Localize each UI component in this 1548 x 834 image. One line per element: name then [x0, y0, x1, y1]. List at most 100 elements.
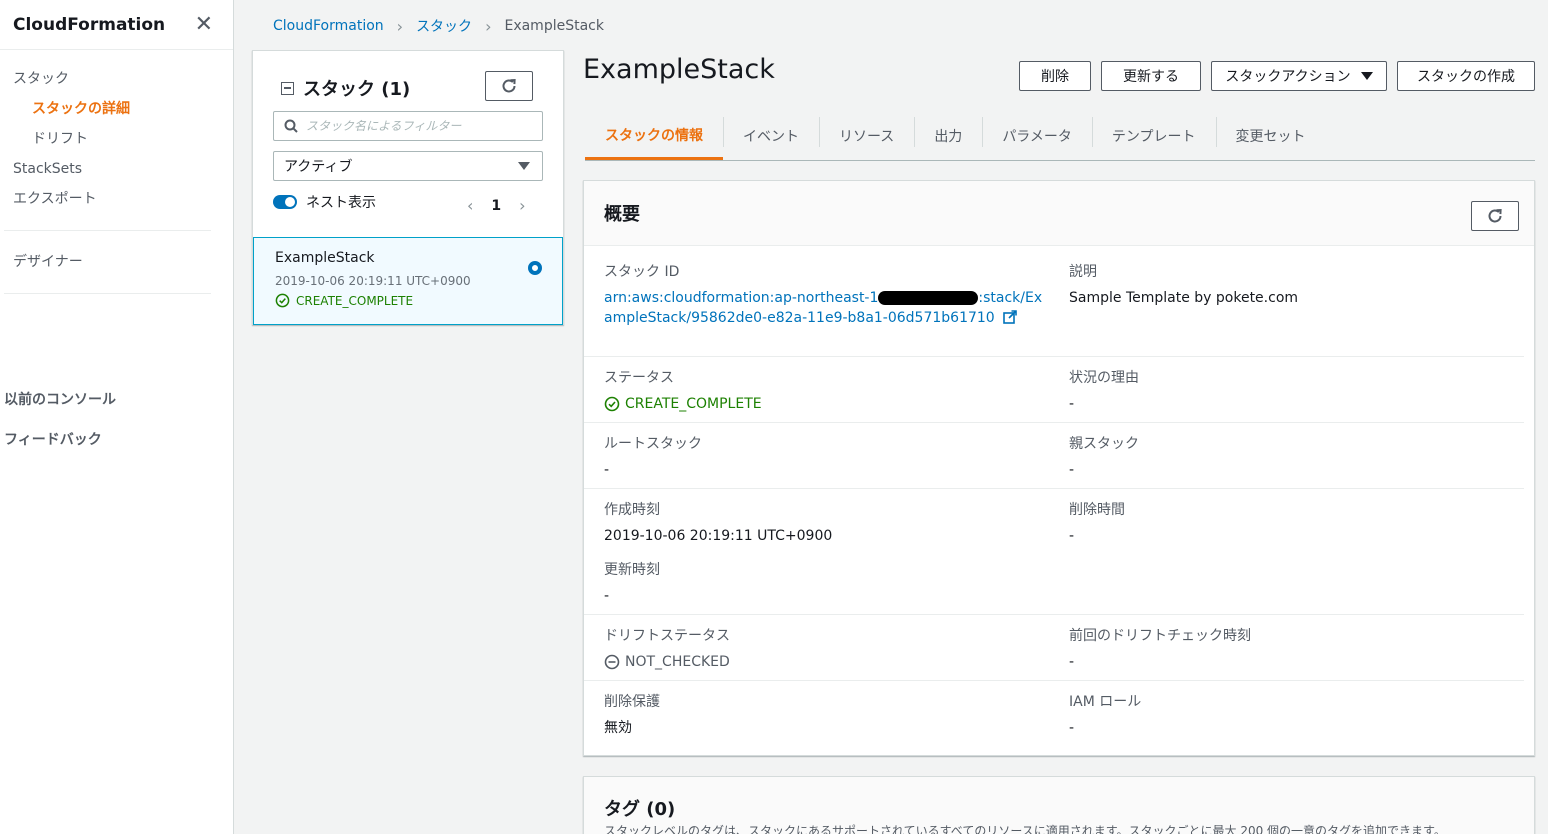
field-label: 更新時刻: [604, 562, 660, 578]
sidebar-title: CloudFormation: [13, 14, 166, 35]
tab-template[interactable]: テンプレート: [1091, 112, 1216, 160]
overview-row: ルートスタック - 親スタック -: [584, 423, 1524, 489]
overview-header: 概要: [584, 181, 1534, 246]
field-label: スタック ID: [604, 264, 680, 280]
stack-actions-button[interactable]: スタックアクション: [1211, 61, 1387, 91]
stack-filter: [273, 111, 543, 141]
sidebar-divider: [4, 230, 211, 231]
field-value: 2019-10-06 20:19:11 UTC+0900: [604, 528, 833, 544]
field-iam-role: IAM ロール -: [1069, 692, 1141, 738]
close-icon[interactable]: ✕: [195, 13, 213, 36]
breadcrumb-stacks[interactable]: スタック: [416, 16, 472, 36]
stack-item-radio[interactable]: [528, 261, 542, 275]
stack-id-link[interactable]: arn:aws:cloudformation:ap-northeast-1:st…: [604, 288, 1044, 328]
stack-list-item[interactable]: ExampleStack 2019-10-06 20:19:11 UTC+090…: [253, 237, 563, 325]
chevron-right-icon[interactable]: ›: [519, 196, 525, 215]
tab-events[interactable]: イベント: [723, 112, 819, 160]
sidebar-item-designer[interactable]: デザイナー: [0, 247, 233, 277]
field-value: NOT_CHECKED: [604, 652, 730, 672]
tab-outputs[interactable]: 出力: [914, 112, 982, 160]
chevron-left-icon[interactable]: ‹: [467, 196, 473, 215]
stack-actions-label: スタックアクション: [1225, 69, 1351, 85]
field-value: -: [1069, 654, 1075, 670]
external-link-icon: [1003, 310, 1017, 324]
overview-title: 概要: [604, 204, 640, 225]
tags-panel: タグ (0) スタックレベルのタグは、スタックにあるサポートされているすべてのリ…: [583, 776, 1535, 834]
field-label: 親スタック: [1069, 436, 1139, 452]
tab-resources[interactable]: リソース: [819, 112, 914, 160]
field-description: 説明 Sample Template by pokete.com: [1069, 262, 1298, 308]
nested-view-label: ネスト表示: [306, 195, 376, 211]
page-number[interactable]: 1: [491, 198, 501, 214]
overview-row: ステータス CREATE_COMPLETE 状況の理由 -: [584, 357, 1524, 423]
stack-list-title: スタック (1): [303, 79, 411, 100]
stack-item-status-text: CREATE_COMPLETE: [296, 293, 414, 308]
refresh-icon: [1488, 208, 1502, 223]
field-label: 作成時刻: [604, 502, 660, 518]
stack-list-refresh-button[interactable]: [485, 71, 533, 101]
field-status-reason: 状況の理由 -: [1069, 368, 1139, 414]
chevron-down-icon: [1360, 72, 1373, 80]
update-button[interactable]: 更新する: [1101, 61, 1201, 91]
refresh-icon: [502, 78, 516, 93]
sidebar-item-stack-details[interactable]: スタックの詳細: [0, 94, 233, 124]
overview-row: 削除保護 無効 IAM ロール -: [584, 681, 1524, 751]
field-label: ステータス: [604, 370, 674, 386]
sidebar-item-exports[interactable]: エクスポート: [0, 184, 233, 214]
overview-row: 作成時刻 2019-10-06 20:19:11 UTC+0900 削除時間 -…: [584, 489, 1524, 615]
stack-id-prefix: arn:aws:cloudformation:ap-northeast-1: [604, 290, 879, 306]
delete-button[interactable]: 削除: [1019, 61, 1091, 91]
field-parent-stack: 親スタック -: [1069, 434, 1139, 480]
field-label: ドリフトステータス: [604, 628, 730, 644]
field-drift-status: ドリフトステータス NOT_CHECKED: [604, 626, 730, 672]
redacted-account-id: [878, 291, 979, 305]
breadcrumb-cloudformation[interactable]: CloudFormation: [273, 18, 384, 34]
stack-filter-input[interactable]: [306, 119, 526, 133]
overview-row: ドリフトステータス NOT_CHECKED 前回のドリフトチェック時刻 -: [584, 615, 1524, 681]
field-value: -: [1069, 720, 1075, 736]
tab-parameters[interactable]: パラメータ: [982, 112, 1092, 160]
overview-refresh-button[interactable]: [1471, 201, 1519, 231]
field-value: Sample Template by pokete.com: [1069, 290, 1299, 306]
sidebar-header: CloudFormation ✕: [0, 0, 233, 50]
status-text: CREATE_COMPLETE: [625, 396, 762, 412]
collapse-icon[interactable]: [281, 81, 294, 95]
field-label: 削除保護: [604, 694, 660, 710]
field-value: -: [1069, 462, 1075, 478]
sidebar-item-stacksets[interactable]: StackSets: [0, 154, 233, 184]
breadcrumb-separator: ›: [396, 16, 404, 36]
search-icon: [284, 119, 298, 133]
field-last-drift-check: 前回のドリフトチェック時刻 -: [1069, 626, 1251, 672]
field-created: 作成時刻 2019-10-06 20:19:11 UTC+0900: [604, 500, 832, 546]
previous-console-link[interactable]: 以前のコンソール: [4, 388, 116, 428]
check-circle-icon: [275, 293, 290, 308]
nested-view-toggle[interactable]: [273, 195, 297, 209]
nested-view-row: ネスト表示: [273, 192, 376, 212]
breadcrumb: CloudFormation › スタック › ExampleStack: [273, 16, 604, 36]
stack-list-panel: スタック (1) アクティブ ネスト表示 ‹ 1 › ExampleStack …: [252, 50, 564, 325]
field-stack-id: スタック ID arn:aws:cloudformation:ap-northe…: [604, 262, 1044, 328]
stack-item-date: 2019-10-06 20:19:11 UTC+0900: [275, 274, 471, 288]
tags-description: スタックレベルのタグは、スタックにあるサポートされているすべてのリソースに適用さ…: [604, 824, 1446, 834]
breadcrumb-current: ExampleStack: [504, 18, 604, 34]
field-status: ステータス CREATE_COMPLETE: [604, 368, 762, 414]
sidebar-item-drift[interactable]: ドリフト: [0, 124, 233, 154]
page-title: ExampleStack: [583, 54, 775, 85]
field-value: -: [604, 588, 610, 604]
field-value: CREATE_COMPLETE: [604, 394, 762, 414]
stack-status-select[interactable]: アクティブ: [273, 151, 543, 181]
check-circle-icon: [604, 396, 620, 412]
overview-panel: 概要 スタック ID arn:aws:cloudformation:ap-nor…: [583, 180, 1535, 756]
sidebar-item-stacks[interactable]: スタック: [0, 64, 233, 94]
tab-change-sets[interactable]: 変更セット: [1215, 112, 1326, 160]
field-value: 無効: [604, 720, 632, 736]
stack-item-status: CREATE_COMPLETE: [275, 293, 413, 308]
feedback-link[interactable]: フィードバック: [4, 428, 116, 468]
sidebar-nav: スタック スタックの詳細 ドリフト StackSets エクスポート デザイナー: [0, 50, 233, 294]
tab-bar: スタックの情報 イベント リソース 出力 パラメータ テンプレート 変更セット: [585, 112, 1535, 161]
tab-stack-info[interactable]: スタックの情報: [585, 112, 723, 160]
sidebar: CloudFormation ✕ スタック スタックの詳細 ドリフト Stack…: [0, 0, 234, 834]
field-value: -: [1069, 528, 1075, 544]
overview-row: スタック ID arn:aws:cloudformation:ap-northe…: [584, 246, 1524, 357]
create-stack-button[interactable]: スタックの作成: [1397, 61, 1535, 91]
